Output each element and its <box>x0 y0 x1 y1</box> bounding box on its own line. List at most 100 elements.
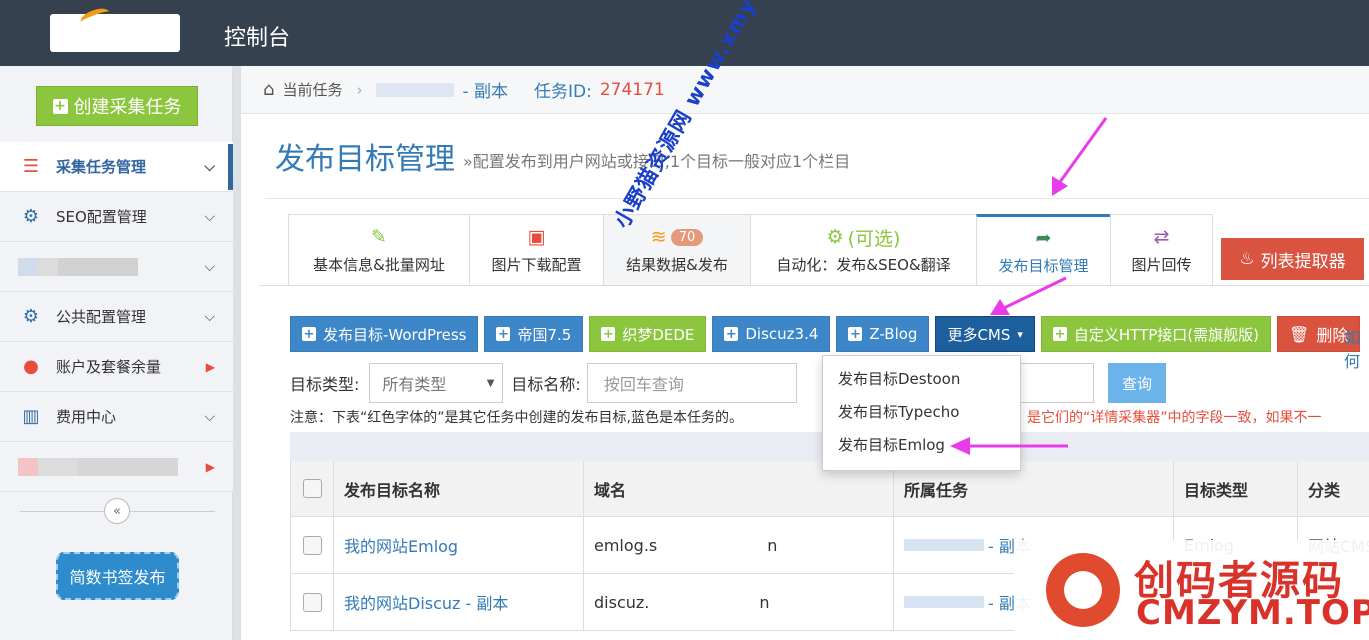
target-name-cell: 我的网站Discuz - 副本 <box>334 574 584 630</box>
chevron-down-icon: ⌵ <box>204 158 215 175</box>
add-diguo-button[interactable]: + 帝国7.5 <box>484 316 584 352</box>
domain-text: emlog.s <box>594 535 658 555</box>
select-all-checkbox[interactable] <box>302 479 322 498</box>
row-checkbox[interactable] <box>302 592 322 612</box>
list-extractor-button[interactable]: ♨ 列表提取器 <box>1221 238 1364 280</box>
bookmark-publish-button[interactable]: 简数书签发布 <box>56 552 179 600</box>
task-name-masked <box>904 596 984 608</box>
task-id-label: 任务ID: <box>534 82 592 102</box>
brand-watermark-en: CMZYM.TOP <box>1136 593 1369 633</box>
divider <box>259 285 1369 286</box>
plus-icon: + <box>496 326 511 342</box>
share-icon: ➦ <box>1035 227 1052 249</box>
tab-automation[interactable]: ⚙ (可选) 自动化：发布&SEO&翻译 <box>750 214 977 286</box>
button-label: 帝国7.5 <box>517 325 572 344</box>
breadcrumb-task-name[interactable]: - 副本 <box>462 77 508 102</box>
tab-label: 图片下载配置 <box>491 256 582 274</box>
button-label: 自定义HTTP接口(需旗舰版) <box>1073 325 1259 344</box>
sidebar-item-blurred-2[interactable]: ▶ <box>0 442 233 492</box>
sidebar-item-label: SEO配置管理 <box>56 208 147 226</box>
how-to-link[interactable]: 如何 <box>1344 324 1369 372</box>
gear-icon: ⚙ <box>22 206 40 227</box>
sidebar-collapse-button[interactable]: « <box>104 498 130 524</box>
menu-item-typecho[interactable]: 发布目标Typecho <box>823 395 1020 428</box>
target-name-input[interactable]: 按回车查询 <box>586 363 797 403</box>
trash-icon: 🗑 <box>1289 324 1310 344</box>
bar-chart-icon: ▥ <box>22 406 40 427</box>
column-header[interactable]: 分类 <box>1298 461 1369 516</box>
domain-text-end: n <box>767 535 778 555</box>
column-header[interactable]: 目标类型 <box>1174 461 1298 516</box>
breadcrumb: ⌂ 当前任务 › - 副本 任务ID: 274171 <box>241 66 1369 114</box>
menu-item-emlog[interactable]: 发布目标Emlog <box>823 428 1020 461</box>
sidebar-item-blurred-1[interactable]: ⌵ <box>0 242 233 292</box>
tab-image-return[interactable]: ⇄ 图片回传 <box>1110 214 1213 286</box>
sidebar-menu: ☰ 采集任务管理 ⌵ ⚙ SEO配置管理 ⌵ ⌵ ⚙ 公共配置管理 ⌵ ● 账户… <box>0 142 234 492</box>
tab-label: 基本信息&批量网址 <box>313 256 445 274</box>
result-count-badge: 70 <box>670 228 704 246</box>
exchange-icon: ⇄ <box>1153 226 1170 248</box>
sidebar-splitter[interactable] <box>233 66 241 640</box>
create-task-label: 创建采集任务 <box>73 97 182 118</box>
row-checkbox[interactable] <box>302 535 322 555</box>
add-discuz-button[interactable]: + Discuz3.4 <box>712 316 831 352</box>
gears-icon: ⚙ (可选) <box>827 226 901 250</box>
plus-icon: + <box>1052 326 1067 342</box>
fire-icon: ♨ <box>1239 249 1255 269</box>
query-button[interactable]: 查询 <box>1108 363 1166 403</box>
tab-bar: ✎ 基本信息&批量网址 ▣ 图片下载配置 ≋ 70 结果数据&发布 ⚙ (可选) … <box>288 214 1213 286</box>
sidebar: + 创建采集任务 ☰ 采集任务管理 ⌵ ⚙ SEO配置管理 ⌵ ⌵ ⚙ 公共配置… <box>0 66 234 640</box>
logo[interactable] <box>50 14 180 52</box>
task-name-masked <box>904 539 984 551</box>
menu-item-destoon[interactable]: 发布目标Destoon <box>823 362 1020 395</box>
user-icon: ● <box>23 356 39 377</box>
target-type-label: 目标类型: <box>290 375 360 394</box>
breadcrumb-separator: › <box>356 80 363 99</box>
add-dede-button[interactable]: + 织梦DEDE <box>589 316 707 352</box>
target-type-select[interactable]: 所有类型 ▼ <box>369 363 504 403</box>
target-name-label: 目标名称: <box>511 375 581 394</box>
filter-row: 目标类型: 所有类型 ▼ 目标名称: 按回车查询 <box>290 363 797 403</box>
select-value: 所有类型 <box>382 375 447 394</box>
custom-http-button[interactable]: + 自定义HTTP接口(需旗舰版) <box>1040 316 1271 352</box>
sidebar-item-seo[interactable]: ⚙ SEO配置管理 ⌵ <box>0 192 233 242</box>
gears-icon: ⚙ <box>22 306 40 327</box>
target-name-link[interactable]: 我的网站Emlog <box>344 533 458 557</box>
button-label: 更多CMS <box>947 325 1011 344</box>
column-header[interactable]: 发布目标名称 <box>334 461 584 516</box>
more-cms-dropdown-button[interactable]: 更多CMS ▾ <box>935 316 1035 352</box>
image-icon: ▣ <box>527 226 546 248</box>
page-title: 发布目标管理 <box>275 142 455 177</box>
notice-text: 注意：下表“红色字体的”是其它任务中创建的发布目标,蓝色是本任务的。 <box>290 410 743 426</box>
sidebar-item-account[interactable]: ● 账户及套餐余量 ▶ <box>0 342 233 392</box>
home-icon[interactable]: ⌂ <box>263 79 274 100</box>
plus-icon: + <box>724 326 739 342</box>
task-id-value: 274171 <box>599 79 665 100</box>
target-name-link[interactable]: 我的网站Discuz - 副本 <box>344 590 508 614</box>
sidebar-item-public-config[interactable]: ⚙ 公共配置管理 ⌵ <box>0 292 233 342</box>
list-icon: ☰ <box>22 156 40 177</box>
button-label: 发布目标-WordPress <box>323 325 467 344</box>
add-zblog-button[interactable]: + Z-Blog <box>836 316 930 352</box>
add-wordpress-button[interactable]: + 发布目标-WordPress <box>290 316 479 352</box>
chevron-down-icon: ⌵ <box>204 408 215 425</box>
console-title[interactable]: 控制台 <box>224 20 290 52</box>
plus-icon: + <box>302 326 316 342</box>
optional-label: (可选) <box>847 227 901 250</box>
select-all-cell <box>290 461 334 516</box>
sidebar-item-billing[interactable]: ▥ 费用中心 ⌵ <box>0 392 233 442</box>
sidebar-item-task-manage[interactable]: ☰ 采集任务管理 ⌵ <box>0 142 234 192</box>
tab-image-download[interactable]: ▣ 图片下载配置 <box>469 214 604 286</box>
tab-basic-info[interactable]: ✎ 基本信息&批量网址 <box>288 214 470 286</box>
edit-icon: ✎ <box>371 226 387 248</box>
chevron-down-icon: ▾ <box>1017 327 1023 341</box>
create-task-button[interactable]: + 创建采集任务 <box>36 86 198 126</box>
cms-button-row: + 发布目标-WordPress + 帝国7.5 + 织梦DEDE + Discuz3.… <box>290 316 1361 352</box>
sidebar-item-label: 采集任务管理 <box>56 158 147 176</box>
notice-text-red: 是它们的“详情采集器”中的字段一致，如果不一 <box>1027 410 1322 426</box>
divider <box>265 198 1369 199</box>
task-name-masked <box>376 82 455 97</box>
tab-publish-target[interactable]: ➦ 发布目标管理 <box>976 214 1111 286</box>
button-label: Discuz3.4 <box>745 325 819 343</box>
tab-label: 结果数据&发布 <box>626 256 728 274</box>
